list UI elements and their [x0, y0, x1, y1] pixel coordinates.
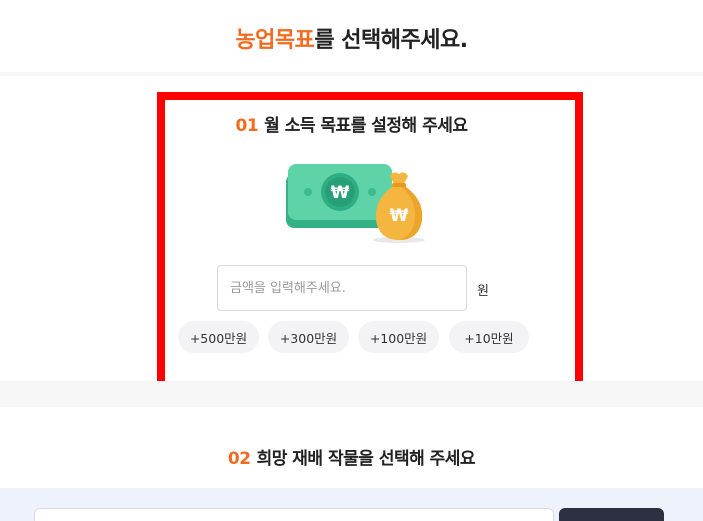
- svg-text:₩: ₩: [331, 183, 350, 203]
- add-300-button[interactable]: +300만원: [268, 321, 349, 353]
- step-heading-text: 월 소득 목표를 설정해 주세요: [264, 116, 468, 136]
- crop-search-input[interactable]: [34, 508, 554, 521]
- svg-text:₩: ₩: [390, 206, 409, 226]
- add-500-button[interactable]: +500만원: [178, 321, 259, 353]
- section-divider: [0, 381, 703, 407]
- page-header: 농업목표를 선택해주세요.: [0, 0, 703, 72]
- step-heading-text: 희망 재배 작물을 선택해 주세요: [256, 449, 476, 469]
- add-100-button[interactable]: +100만원: [358, 321, 439, 353]
- crop-heading: 02 희망 재배 작물을 선택해 주세요: [0, 444, 703, 469]
- crop-search-button[interactable]: [559, 508, 664, 521]
- step-number: 02: [227, 449, 251, 469]
- page-title: 농업목표를 선택해주세요.: [0, 22, 703, 54]
- page-title-accent: 농업목표: [235, 28, 315, 53]
- currency-unit: 원: [477, 284, 489, 299]
- amount-input[interactable]: [217, 265, 467, 311]
- step-number: 01: [235, 116, 259, 136]
- income-goal-heading: 01 월 소득 목표를 설정해 주세요: [0, 111, 703, 136]
- money-illustration: ₩ ₩: [286, 164, 425, 243]
- page-title-rest: 를 선택해주세요.: [314, 28, 468, 53]
- add-10-button[interactable]: +10만원: [449, 321, 529, 353]
